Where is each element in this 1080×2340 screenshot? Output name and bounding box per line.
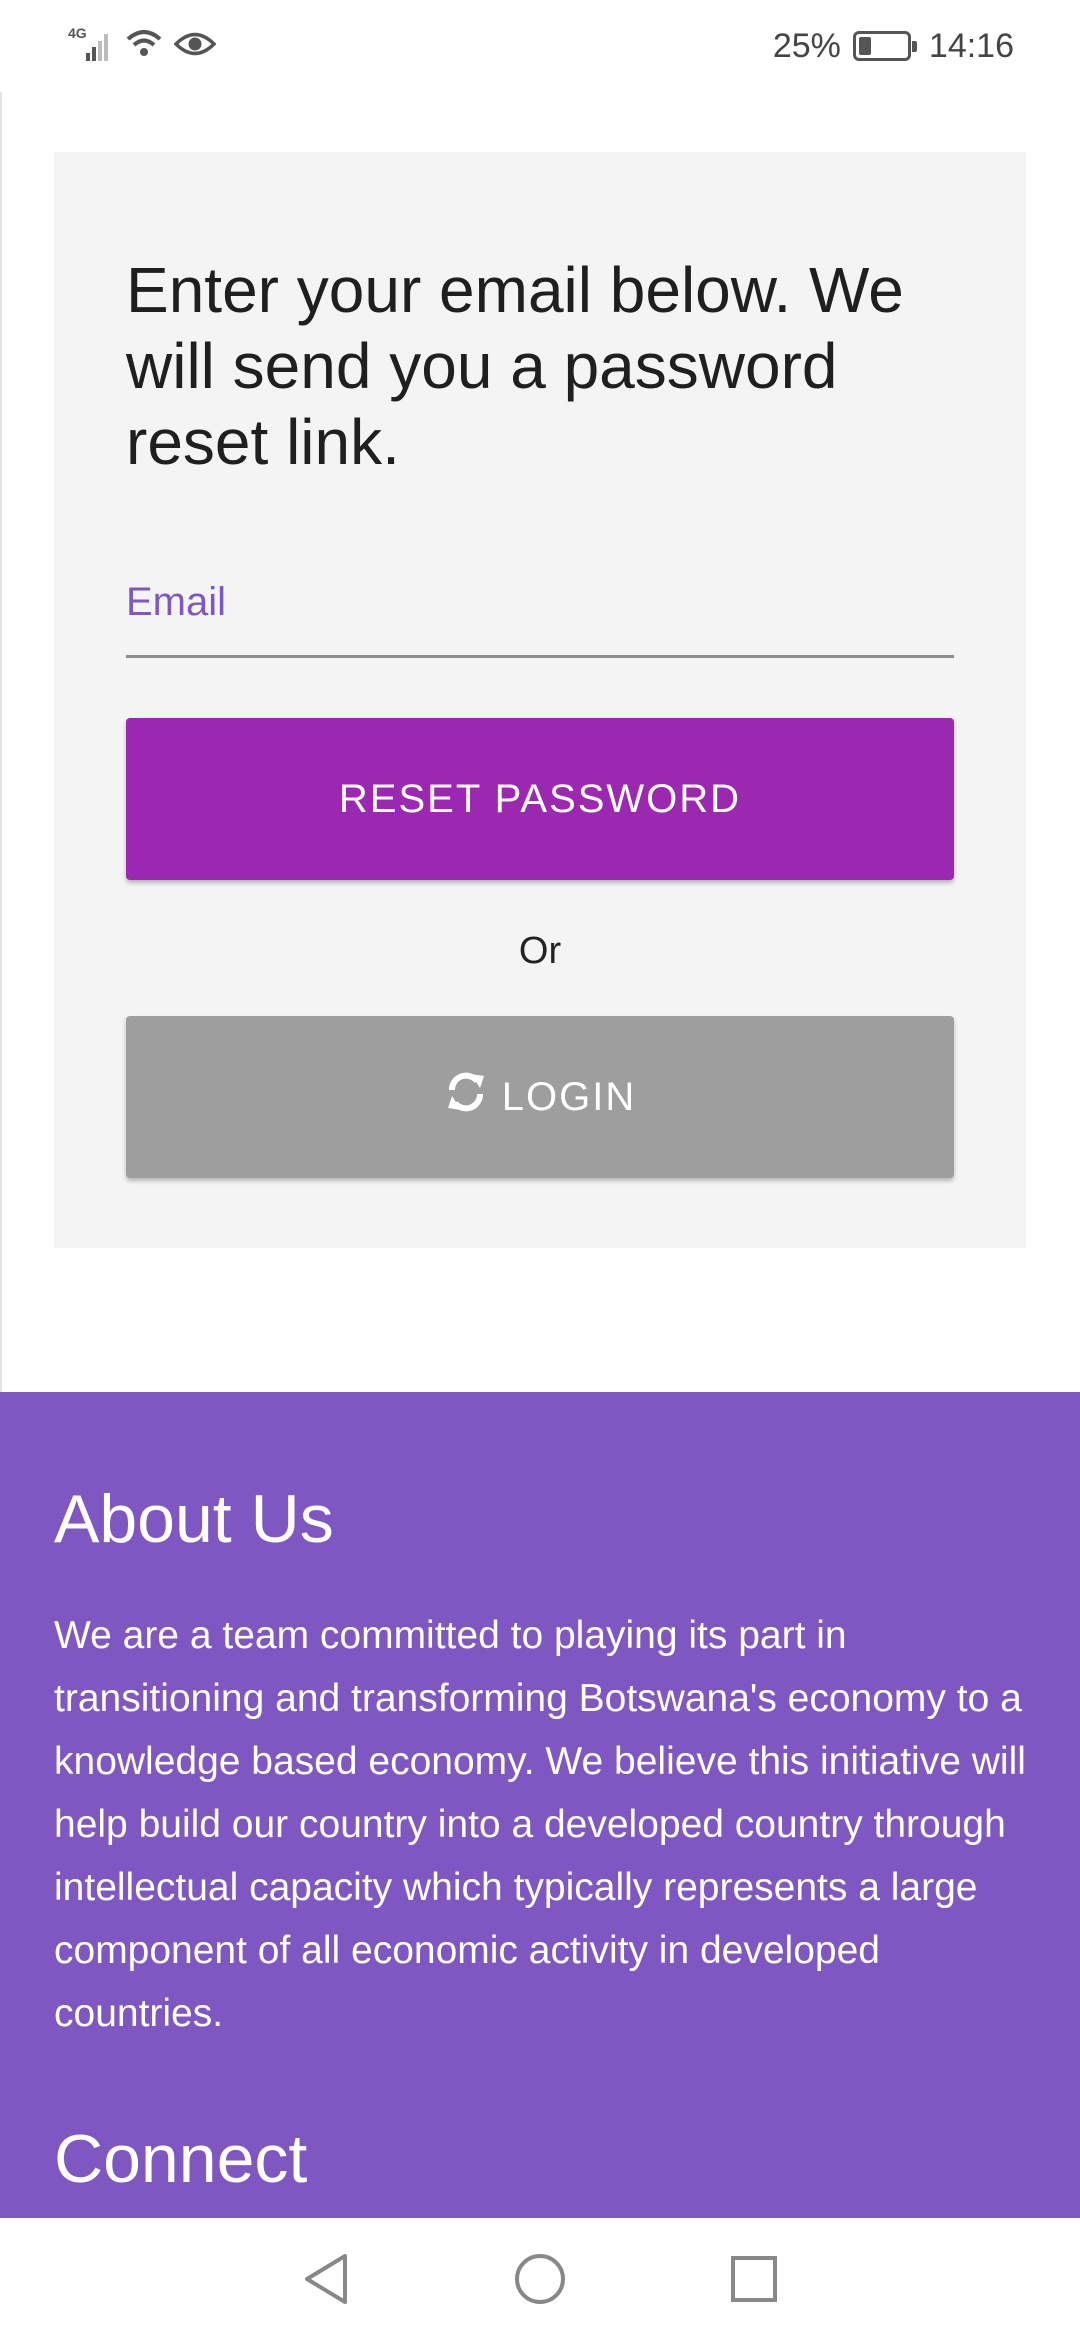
or-separator: Or xyxy=(518,930,562,972)
eye-icon xyxy=(173,27,217,66)
wifi-icon xyxy=(124,27,164,66)
clock: 14:16 xyxy=(928,26,1014,65)
connect-title: Connect xyxy=(54,2121,308,2197)
home-icon[interactable] xyxy=(508,2247,572,2311)
email-field[interactable]: Email xyxy=(126,562,954,658)
reset-instructions-heading: Enter your email below. We will send you… xyxy=(126,254,904,478)
battery-level xyxy=(858,37,871,55)
login-label: LOGIN xyxy=(501,1074,637,1119)
refresh-icon xyxy=(444,1070,488,1124)
about-text: We are a team committed to playing its p… xyxy=(54,1614,1026,2035)
navigation-bar xyxy=(0,2218,1080,2340)
battery-icon xyxy=(852,31,917,61)
status-bar: 4G 25% 14:16 xyxy=(0,0,1080,92)
password-reset-card: Enter your email below. We will send you… xyxy=(54,152,1026,1248)
email-underline xyxy=(126,655,954,658)
about-section: About Us We are a team committed to play… xyxy=(0,1392,1080,2218)
reset-password-button[interactable]: RESET PASSWORD xyxy=(126,718,954,880)
recents-icon[interactable] xyxy=(722,2247,786,2311)
reset-password-label: RESET PASSWORD xyxy=(338,776,742,821)
back-icon[interactable] xyxy=(294,2247,358,2311)
signal-icon: 4G xyxy=(68,25,114,63)
login-button[interactable]: LOGIN xyxy=(126,1016,954,1178)
about-title: About Us xyxy=(54,1481,334,1557)
email-input[interactable] xyxy=(126,562,954,654)
battery-percent: 25% xyxy=(772,26,841,65)
page-edge xyxy=(0,92,2,1392)
status-icons-left: 4G xyxy=(68,25,217,66)
status-info-right: 25% 14:16 xyxy=(773,27,1014,66)
